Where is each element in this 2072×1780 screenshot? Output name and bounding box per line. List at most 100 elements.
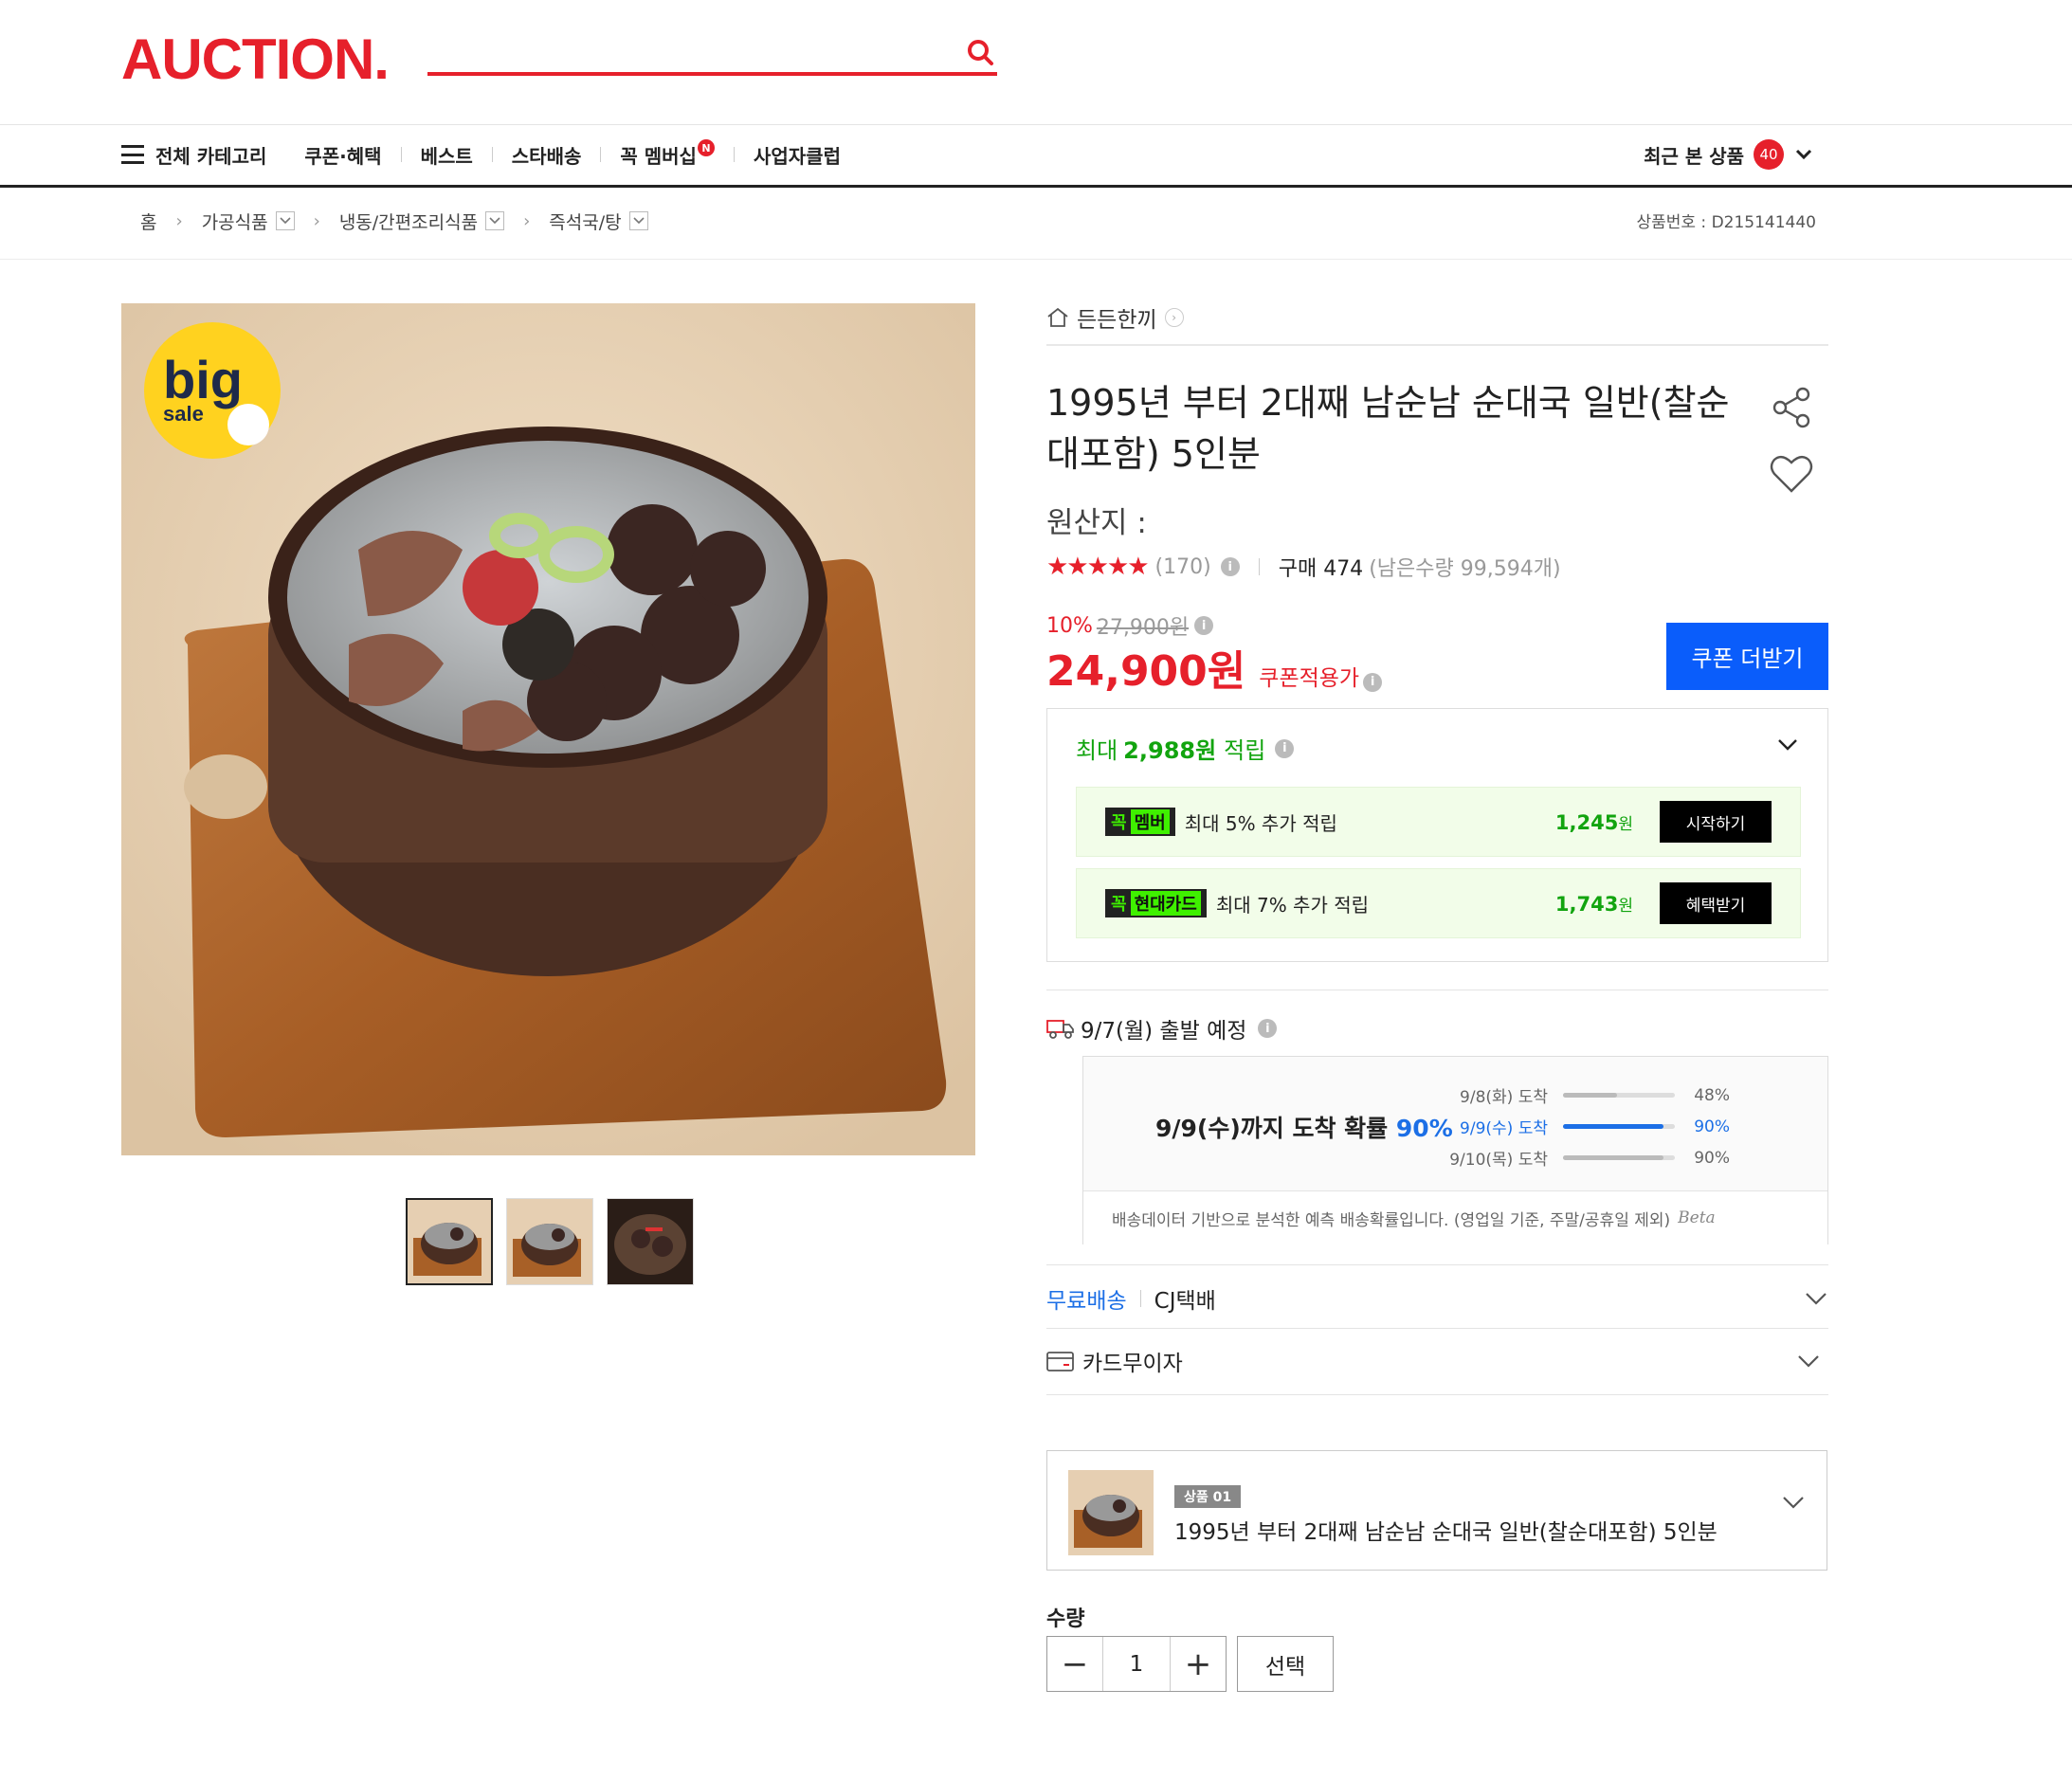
thumbnail-1[interactable] [406, 1198, 493, 1285]
breadcrumb-divider [0, 259, 2072, 260]
shipping-departure: 9/7(월) 출발 예정 i [1046, 1012, 1828, 1044]
member-tag: 꼭 멤버 [1105, 808, 1175, 836]
info-icon[interactable]: i [1194, 616, 1214, 635]
all-category-link[interactable]: 전체 카테고리 [155, 141, 266, 169]
info-icon[interactable]: i [1363, 672, 1383, 692]
chevron-down-icon [1795, 149, 1812, 160]
dropdown-icon[interactable] [485, 211, 505, 230]
coupon-applied-label: 쿠폰적용가 [1259, 666, 1360, 691]
option-select[interactable]: 상품 01 1995년 부터 2대째 남순남 순대국 일반(찰순대포함) 5인분 [1046, 1450, 1827, 1571]
probability-percent: 90% [1694, 1117, 1730, 1136]
increase-button[interactable]: + [1171, 1637, 1226, 1691]
reward-summary[interactable]: 최대 2,988원 적립 i [1076, 732, 1295, 765]
nav-item-membership-label: 꼭 멤버십 [620, 144, 697, 168]
breadcrumb-level-1[interactable]: 가공식품 [202, 209, 268, 234]
discount-rate: 10% [1046, 613, 1093, 638]
origin-label: 원산지 : [1046, 506, 1147, 540]
svg-text:big: big [163, 350, 243, 409]
reward-row-amount: 1,245원 [1554, 810, 1633, 834]
beta-label: Beta [1678, 1208, 1716, 1227]
star-rating-icon: ★★★★★ [1046, 553, 1150, 581]
thumbnail-2[interactable] [506, 1198, 593, 1285]
quantity-label: 수량 [1046, 1607, 1085, 1631]
probability-bar [1563, 1093, 1675, 1098]
nav-item-coupon[interactable]: 쿠폰·혜택 [304, 141, 381, 169]
divider [1046, 1264, 1828, 1265]
delivery-info-row[interactable]: 무료배송 CJ택배 [1046, 1280, 1828, 1317]
breadcrumb-level-3[interactable]: 즉석국/탕 [549, 209, 621, 234]
store-link[interactable]: 든든한끼 › [1046, 301, 1828, 334]
truck-icon [1046, 1020, 1074, 1039]
reward-row-member: 꼭 멤버 최대 5% 추가 적립 1,245원 시작하기 [1076, 787, 1801, 857]
nav-item-star-delivery[interactable]: 스타배송 [512, 141, 582, 169]
start-membership-button[interactable]: 시작하기 [1660, 801, 1772, 843]
probability-percent: 90% [1694, 1148, 1730, 1168]
recent-viewed[interactable]: 최근 본 상품 40 [1644, 125, 1814, 184]
reward-row-card: 꼭 현대카드 최대 7% 추가 적립 1,743원 혜택받기 [1076, 868, 1801, 938]
info-icon[interactable]: i [1220, 557, 1240, 576]
chevron-right-icon: › [1164, 308, 1184, 327]
get-more-coupon-button[interactable]: 쿠폰 더받기 [1666, 623, 1828, 690]
arrival-date: 9/8(화) 도착 [1460, 1088, 1548, 1107]
purchase-count: 구매 474 [1278, 557, 1364, 581]
reward-max-amount: 2,988원 [1123, 737, 1217, 764]
arrival-probability-item: 9/9(수) 도착 90% [1434, 1111, 1730, 1142]
arrival-date: 9/10(목) 도착 [1449, 1151, 1548, 1170]
main-nav: 전체 카테고리 쿠폰·혜택 베스트 스타배송 꼭 멤버십 N 사업자클럽 [121, 125, 841, 184]
nav-item-business-club[interactable]: 사업자클럽 [754, 141, 841, 169]
chevron-down-icon[interactable] [1804, 1291, 1828, 1306]
menu-icon[interactable] [121, 145, 144, 164]
arrival-probability-summary: 9/9(수)까지 도착 확률 90% [1155, 1115, 1453, 1142]
chevron-right-icon: › [523, 210, 531, 231]
decrease-button[interactable]: − [1047, 1637, 1102, 1691]
nav-item-membership[interactable]: 꼭 멤버십 N [620, 139, 715, 169]
free-shipping-label: 무료배송 [1046, 1289, 1127, 1314]
search-input[interactable] [427, 72, 997, 76]
breadcrumb-level-2[interactable]: 냉동/간편조리식품 [339, 209, 478, 234]
quantity-stepper: − 1 + [1046, 1636, 1227, 1692]
arrival-probability-box: 9/9(수)까지 도착 확률 90% 9/8(화) 도착 48% 9/9(수) 도착… [1082, 1056, 1828, 1244]
reward-box: 최대 2,988원 적립 i 꼭 멤버 최대 5% 추가 적립 1,245원 시작… [1046, 708, 1828, 962]
heart-icon[interactable] [1769, 453, 1814, 495]
arrival-date: 9/9(수) 도착 [1460, 1119, 1548, 1138]
carrier-label: CJ택배 [1154, 1289, 1216, 1314]
get-benefit-button[interactable]: 혜택받기 [1660, 882, 1772, 924]
card-installment-row[interactable]: 카드무이자 [1046, 1342, 1828, 1380]
new-badge: N [697, 139, 715, 156]
info-icon[interactable]: i [1275, 738, 1295, 758]
quantity-input[interactable]: 1 [1102, 1637, 1171, 1691]
thumbnail-3[interactable] [607, 1198, 694, 1285]
dropdown-icon[interactable] [275, 211, 295, 230]
product-title: 1995년 부터 2대째 남순남 순대국 일반(찰순대포함) 5인분 [1046, 382, 1730, 475]
select-button[interactable]: 선택 [1237, 1636, 1334, 1692]
chevron-right-icon: › [313, 210, 320, 231]
share-icon[interactable] [1769, 385, 1814, 430]
hyundai-card-tag: 꼭 현대카드 [1105, 889, 1207, 917]
recent-count-badge: 40 [1754, 139, 1784, 170]
probability-bar [1563, 1155, 1675, 1160]
auction-logo[interactable]: AUCTION. [121, 27, 390, 92]
chevron-down-icon[interactable] [1776, 737, 1799, 753]
nav-bottom-divider [0, 185, 2072, 188]
reward-row-text: 최대 5% 추가 적립 [1184, 811, 1337, 835]
home-store-icon [1047, 307, 1068, 327]
divider [1046, 344, 1828, 346]
reward-row-amount: 1,743원 [1554, 892, 1633, 916]
breadcrumb: 홈 › 가공식품 › 냉동/간편조리식품 › 즉석국/탕 [140, 203, 648, 239]
chevron-down-icon[interactable] [1796, 1353, 1821, 1369]
reward-row-text: 최대 7% 추가 적립 [1215, 893, 1370, 917]
nav-item-best[interactable]: 베스트 [421, 141, 473, 169]
credit-card-icon [1046, 1352, 1074, 1371]
dropdown-icon[interactable] [628, 211, 648, 230]
reward-suffix: 적립 [1224, 737, 1266, 764]
review-count[interactable]: (170) [1155, 555, 1211, 579]
thumbnail-strip [406, 1198, 694, 1285]
divider [1046, 1394, 1828, 1395]
reward-prefix: 최대 [1076, 737, 1118, 764]
store-name: 든든한끼 [1077, 308, 1157, 333]
departure-date: 9/7(월) 출발 예정 [1081, 1019, 1247, 1044]
info-icon[interactable]: i [1258, 1019, 1278, 1038]
chevron-down-icon[interactable] [1781, 1495, 1806, 1510]
breadcrumb-home[interactable]: 홈 [140, 209, 156, 234]
search-icon[interactable] [963, 36, 997, 70]
